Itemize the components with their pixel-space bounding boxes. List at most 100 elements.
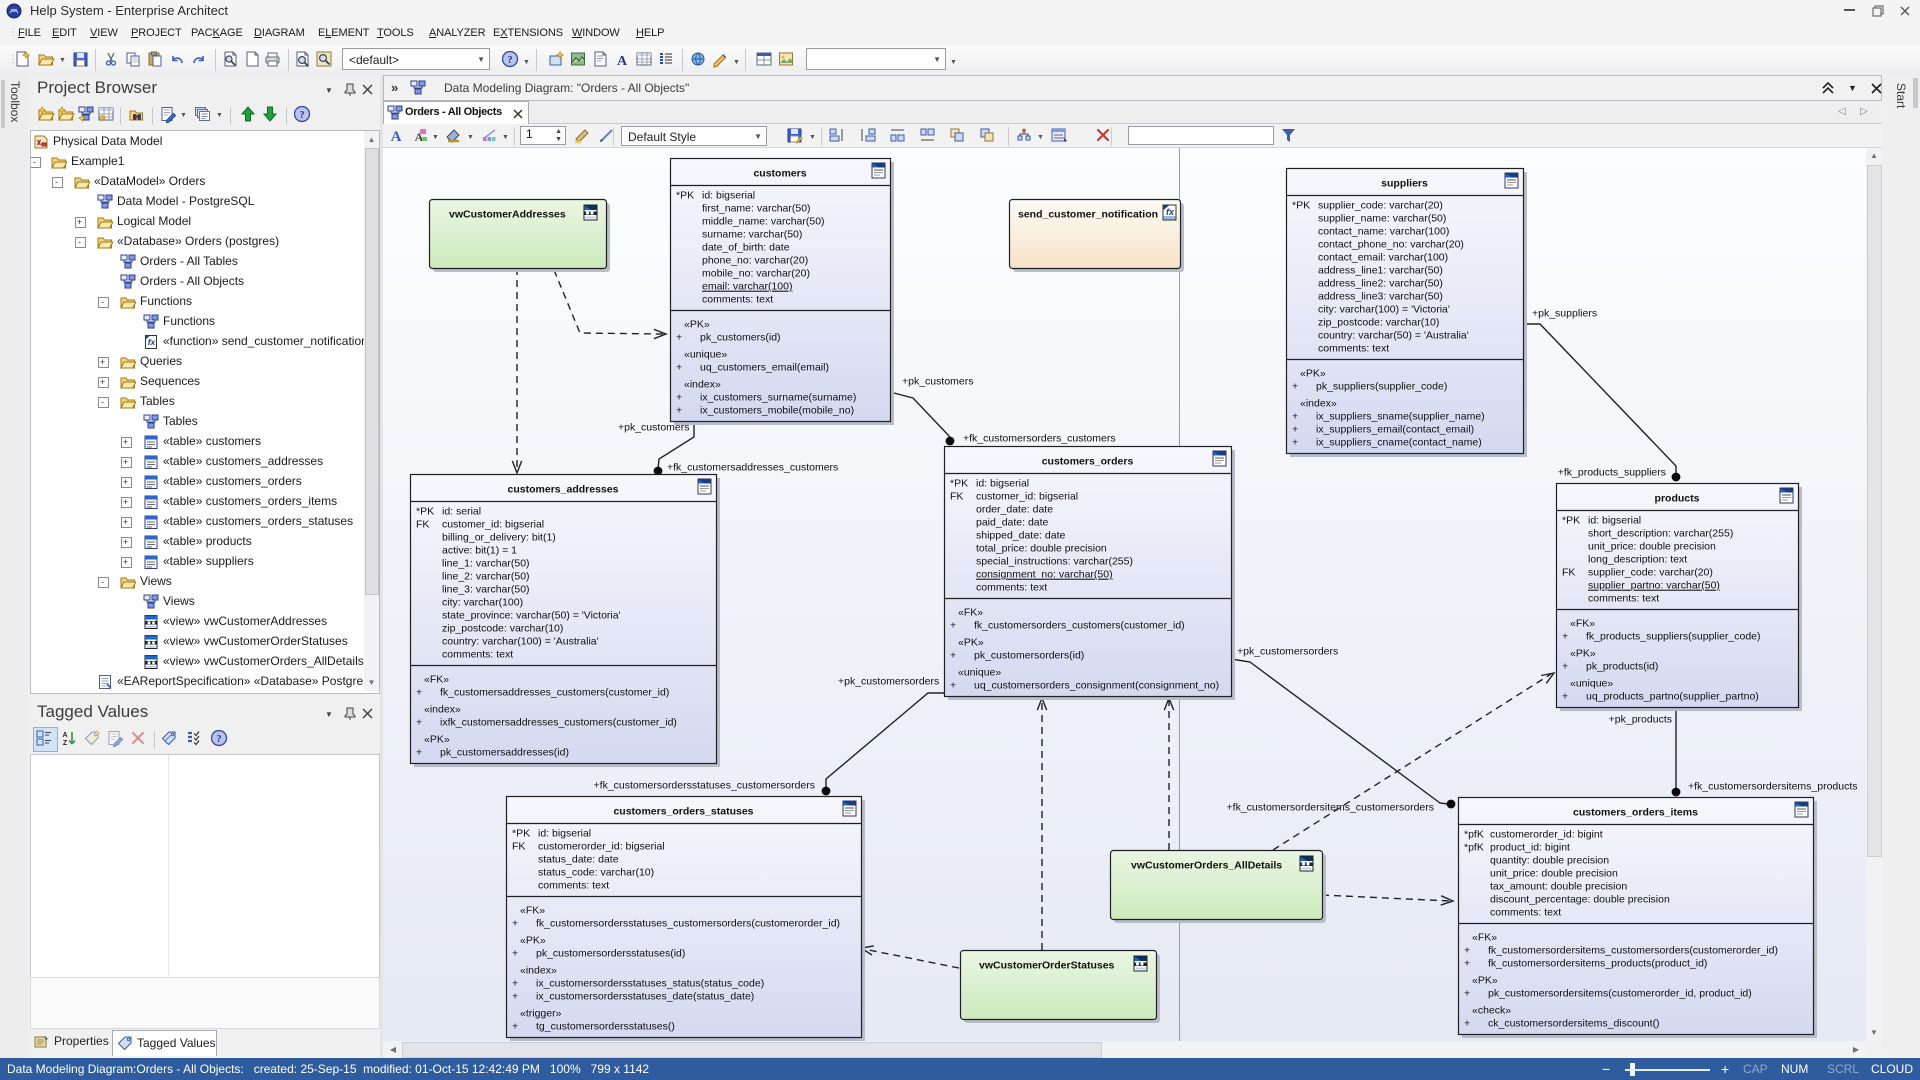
svg-text:+pk_customersorders: +pk_customersorders bbox=[1237, 646, 1338, 658]
svg-text:id: bigserial: id: bigserial bbox=[538, 828, 591, 840]
svg-text:comments: text: comments: text bbox=[702, 294, 773, 306]
svg-text:«index»: «index» bbox=[520, 965, 557, 977]
svg-text:+: + bbox=[1464, 945, 1470, 957]
svg-text:customers_addresses: customers_addresses bbox=[508, 484, 619, 496]
svg-text:date_of_birth: date: date_of_birth: date bbox=[702, 242, 790, 254]
svg-text:billing_or_delivery: bit(1): billing_or_delivery: bit(1) bbox=[442, 532, 556, 544]
svg-text:*PK: *PK bbox=[1292, 200, 1310, 212]
svg-text:country: varchar(100) = 'Austr: country: varchar(100) = 'Australia' bbox=[442, 636, 599, 648]
svg-text:fx: fx bbox=[1166, 207, 1175, 217]
svg-text:email: varchar(100): email: varchar(100) bbox=[702, 281, 792, 293]
svg-text:fk_customersordersitems_custom: fk_customersordersitems_customersorders(… bbox=[1488, 945, 1778, 957]
svg-text:pk_customersordersitems(custom: pk_customersordersitems(customerorder_id… bbox=[1488, 988, 1752, 1000]
svg-text:products: products bbox=[1655, 493, 1700, 505]
svg-text:middle_name: varchar(50): middle_name: varchar(50) bbox=[702, 216, 825, 228]
svg-text:+: + bbox=[676, 392, 682, 404]
svg-text:long_description: text: long_description: text bbox=[1588, 554, 1687, 566]
svg-text:+: + bbox=[950, 680, 956, 692]
svg-text:fk_customersorders_customers(c: fk_customersorders_customers(customer_id… bbox=[974, 620, 1185, 632]
svg-text:FK: FK bbox=[1562, 567, 1575, 579]
svg-text:A: A bbox=[617, 54, 628, 68]
svg-text:+: + bbox=[512, 978, 518, 990]
svg-text:+: + bbox=[1292, 424, 1298, 436]
svg-text:+pk_customersorders: +pk_customersorders bbox=[838, 676, 939, 688]
svg-text:suppliers: suppliers bbox=[1381, 178, 1428, 190]
svg-text:+: + bbox=[512, 1021, 518, 1033]
svg-text:customers_orders_items: customers_orders_items bbox=[1573, 807, 1698, 819]
svg-text:discount_percentage: double pr: discount_percentage: double precision bbox=[1490, 894, 1670, 906]
svg-text:vwCustomerOrderStatuses: vwCustomerOrderStatuses bbox=[979, 960, 1115, 972]
svg-text:ix_customersordersstatuses_sta: ix_customersordersstatuses_status(status… bbox=[536, 978, 764, 990]
svg-text:line_2: varchar(50): line_2: varchar(50) bbox=[442, 571, 530, 583]
svg-text:comments: text: comments: text bbox=[1490, 907, 1561, 919]
svg-text:A: A bbox=[62, 732, 67, 739]
svg-text:*pfK: *pfK bbox=[1464, 829, 1484, 841]
svg-text:*PK: *PK bbox=[512, 828, 530, 840]
svg-text:quantity: double precision: quantity: double precision bbox=[1490, 855, 1609, 867]
svg-text:order_date: date: order_date: date bbox=[976, 504, 1053, 516]
svg-text:zip_postcode: varchar(10): zip_postcode: varchar(10) bbox=[1318, 317, 1439, 329]
svg-text:pk_products(id): pk_products(id) bbox=[1586, 661, 1658, 673]
svg-text:«check»: «check» bbox=[1472, 1005, 1511, 1017]
svg-text:*PK: *PK bbox=[950, 478, 968, 490]
svg-text:vwCustomerOrders_AllDetails: vwCustomerOrders_AllDetails bbox=[1131, 860, 1282, 872]
svg-text:status_code: varchar(10): status_code: varchar(10) bbox=[538, 867, 654, 879]
svg-text:+: + bbox=[1464, 988, 1470, 1000]
svg-text:special_instructions: varchar(: special_instructions: varchar(255) bbox=[976, 556, 1133, 568]
svg-text:address_line2: varchar(50): address_line2: varchar(50) bbox=[1318, 278, 1443, 290]
svg-text:ix_suppliers_email(contact_ema: ix_suppliers_email(contact_email) bbox=[1316, 424, 1474, 436]
svg-text:+: + bbox=[1464, 958, 1470, 970]
svg-text:+: + bbox=[416, 717, 422, 729]
svg-text:paid_date: date: paid_date: date bbox=[976, 517, 1049, 529]
svg-text:?: ? bbox=[507, 55, 512, 66]
svg-text:«FK»: «FK» bbox=[520, 905, 545, 917]
svg-text:+: + bbox=[950, 620, 956, 632]
svg-text:+: + bbox=[1292, 411, 1298, 423]
svg-text:«index»: «index» bbox=[1300, 398, 1337, 410]
svg-text:comments: text: comments: text bbox=[1588, 593, 1659, 605]
svg-text:+: + bbox=[676, 362, 682, 374]
svg-text:fk_customersordersstatuses_cus: fk_customersordersstatuses_customersorde… bbox=[536, 918, 840, 930]
svg-text:«PK»: «PK» bbox=[424, 734, 450, 746]
svg-text:+: + bbox=[676, 405, 682, 417]
svg-text:«PK»: «PK» bbox=[1570, 648, 1596, 660]
svg-text:phone_no: varchar(20): phone_no: varchar(20) bbox=[702, 255, 808, 267]
svg-text:«unique»: «unique» bbox=[958, 667, 1001, 679]
svg-text:id: bigserial: id: bigserial bbox=[1588, 515, 1641, 527]
svg-text:*PK: *PK bbox=[676, 190, 694, 202]
svg-text:«index»: «index» bbox=[424, 704, 461, 716]
svg-text:+: + bbox=[512, 918, 518, 930]
svg-text:zip_postcode: varchar(10): zip_postcode: varchar(10) bbox=[442, 623, 563, 635]
svg-text:fk_customersordersitems_produc: fk_customersordersitems_products(product… bbox=[1488, 958, 1707, 970]
svg-text:pk_customersorders(id): pk_customersorders(id) bbox=[974, 650, 1084, 662]
svg-text:consignment_no: varchar(50): consignment_no: varchar(50) bbox=[976, 569, 1113, 581]
svg-text:+fk_customersordersitems_produ: +fk_customersordersitems_products bbox=[1688, 781, 1858, 793]
svg-text:«FK»: «FK» bbox=[1472, 932, 1497, 944]
svg-text:A: A bbox=[391, 129, 402, 144]
svg-text:address_line3: varchar(50): address_line3: varchar(50) bbox=[1318, 291, 1443, 303]
svg-text:total_price: double precision: total_price: double precision bbox=[976, 543, 1107, 555]
svg-text:city: varchar(100): city: varchar(100) bbox=[442, 597, 523, 609]
svg-text:Z: Z bbox=[63, 740, 68, 747]
svg-text:supplier_code: varchar(20): supplier_code: varchar(20) bbox=[1318, 200, 1443, 212]
svg-text:supplier_partno: varchar(50): supplier_partno: varchar(50) bbox=[1588, 580, 1720, 592]
svg-text:comments: text: comments: text bbox=[538, 880, 609, 892]
svg-text:+pk_suppliers: +pk_suppliers bbox=[1532, 308, 1597, 320]
svg-text:«FK»: «FK» bbox=[1570, 618, 1595, 630]
svg-text:contact_name: varchar(100): contact_name: varchar(100) bbox=[1318, 226, 1449, 238]
svg-text:pk_customersaddresses(id): pk_customersaddresses(id) bbox=[440, 747, 569, 759]
svg-text:+: + bbox=[1562, 691, 1568, 703]
svg-text:?: ? bbox=[299, 110, 304, 121]
svg-text:*pfK: *pfK bbox=[1464, 842, 1484, 854]
svg-text:send_customer_notification: send_customer_notification bbox=[1018, 209, 1158, 221]
svg-text:mobile_no: varchar(20): mobile_no: varchar(20) bbox=[702, 268, 810, 280]
svg-text:+fk_products_suppliers: +fk_products_suppliers bbox=[1558, 467, 1666, 479]
svg-text:tg_customersordersstatuses(): tg_customersordersstatuses() bbox=[536, 1021, 675, 1033]
svg-text:«index»: «index» bbox=[684, 379, 721, 391]
svg-text:«PK»: «PK» bbox=[1472, 975, 1498, 987]
svg-text:+: + bbox=[950, 650, 956, 662]
svg-text:ix_customers_mobile(mobile_no): ix_customers_mobile(mobile_no) bbox=[700, 405, 854, 417]
svg-text:customers_orders: customers_orders bbox=[1042, 456, 1134, 468]
svg-text:customer_id: bigserial: customer_id: bigserial bbox=[976, 491, 1078, 503]
svg-text:*PK: *PK bbox=[416, 506, 434, 518]
